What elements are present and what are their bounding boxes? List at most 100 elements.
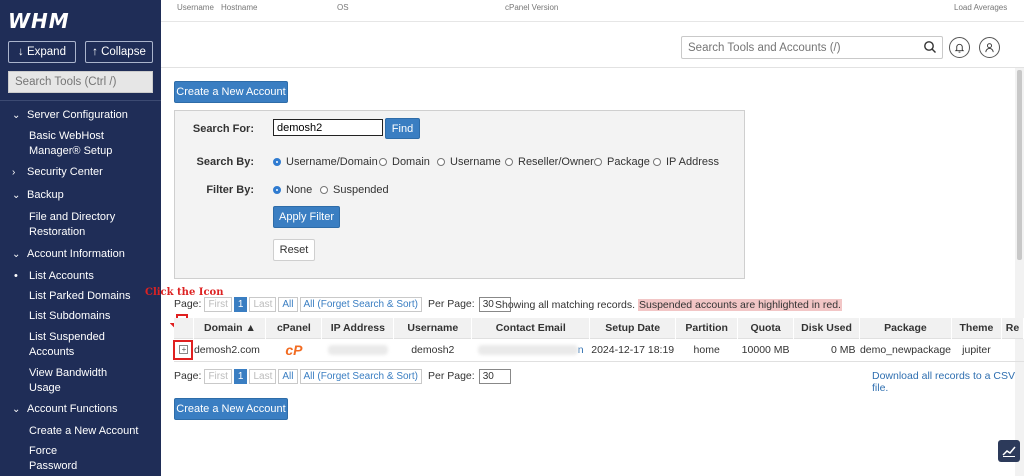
column-header-email[interactable]: Contact Email [471,318,591,338]
sidebar-item-force-password[interactable]: Force Password Change [0,444,100,476]
column-header-cpanel[interactable]: cPanel [265,318,323,338]
search-by-username-radio[interactable]: Username [437,156,501,168]
sidebar-search-input[interactable] [8,71,153,93]
column-header-ip[interactable]: IP Address [321,318,395,338]
find-button[interactable]: Find [385,118,420,139]
info-cpanel-version-label: cPanel Version [505,3,559,12]
cpanel-logo-icon[interactable]: cP [285,342,302,358]
active-bullet-icon: • [14,270,18,282]
sidebar-item-list-parked-domains[interactable]: List Parked Domains [0,289,161,304]
search-by-package-radio[interactable]: Package [594,156,650,168]
chevron-down-icon: ⌄ [12,190,21,201]
all-pages-button[interactable]: All [278,368,298,384]
reseller-cell [1001,337,1024,362]
whm-logo[interactable]: WHM [8,9,70,33]
radio-label: Reseller/Owner [518,156,594,168]
pager-top: Page: First 1 Last All All (Forget Searc… [174,296,511,312]
sidebar-item-create-account[interactable]: Create a New Account [0,424,161,439]
info-hostname-label: Hostname [221,3,258,12]
apply-filter-button[interactable]: Apply Filter [273,206,340,228]
sidebar-item-account-functions[interactable]: ⌄ Account Functions [0,402,161,417]
sidebar-item-list-accounts[interactable]: • List Accounts [0,269,161,284]
sidebar-item-backup[interactable]: ⌄ Backup [0,188,161,203]
sidebar-item-label: List Accounts [29,270,94,282]
column-header-theme[interactable]: Theme [951,318,1002,338]
radio-label: Domain [392,156,430,168]
create-account-button-bottom[interactable]: Create a New Account [174,398,288,420]
all-pages-button[interactable]: All [278,296,298,312]
all-forget-search-button[interactable]: All (Forget Search & Sort) [299,296,422,312]
download-csv-link[interactable]: Download all records to a CSV file. [872,370,1024,394]
sidebar-item-list-subdomains[interactable]: List Subdomains [0,309,161,324]
sidebar-item-account-information[interactable]: ⌄ Account Information [0,247,161,262]
global-search-input[interactable] [681,36,943,59]
records-notice: Showing all matching records. Suspended … [495,299,842,311]
setup-date-cell: 2024-12-17 18:19 [589,337,676,362]
create-account-button-top[interactable]: Create a New Account [174,81,288,103]
reset-button[interactable]: Reset [273,239,315,261]
filter-by-label: Filter By: [206,184,254,196]
column-header-reseller[interactable]: Re [1001,318,1024,338]
chevron-right-icon: › [12,167,16,178]
username-cell: demosh2 [393,337,472,362]
expand-button[interactable]: ↓ Expand [8,41,76,63]
server-info-bar: Username Hostname OS cPanel Version Load… [161,0,1024,22]
current-page-button[interactable]: 1 [233,296,248,312]
radio-label: Package [607,156,650,168]
column-header-username[interactable]: Username [393,318,473,338]
table-row: + demosh2.com cP demosh2 n 2024-12-17 18… [174,337,1024,362]
column-header-domain[interactable]: Domain ▲ [193,318,267,338]
radio-label: Username [450,156,501,168]
column-header-partition[interactable]: Partition [675,318,739,338]
partition-cell: home [675,337,738,362]
per-page-input[interactable]: 30 [478,368,511,384]
chevron-down-icon: ⌄ [12,110,21,121]
accounts-table: Domain ▲ cPanel IP Address Username Cont… [174,318,1024,362]
info-load-averages-label: Load Averages [954,3,1008,12]
notifications-bell-icon[interactable] [949,37,970,58]
column-header-package[interactable]: Package [859,318,952,338]
cpanel-cell: cP [265,337,322,362]
analytics-chart-icon[interactable] [998,440,1020,462]
sidebar-item-bandwidth-usage[interactable]: View Bandwidth Usage [0,366,110,396]
column-header-setup-date[interactable]: Setup Date [589,318,677,338]
domain-link[interactable]: demosh2.com [193,337,266,362]
package-link[interactable]: demo_newpackage [859,337,952,362]
sidebar-item-file-restoration[interactable]: File and Directory Restoration [0,210,130,240]
redacted-ip [327,344,388,355]
email-suffix[interactable]: n [578,344,584,356]
sidebar-item-list-suspended[interactable]: List Suspended Accounts [0,330,110,360]
page-scrollbar-thumb[interactable] [1017,70,1022,260]
chevron-down-icon: ⌄ [12,249,21,260]
search-by-domain-radio[interactable]: Domain [379,156,430,168]
filter-none-radio[interactable]: None [273,184,312,196]
search-by-username-domain-radio[interactable]: Username/Domain [273,156,378,168]
column-header-disk-used[interactable]: Disk Used [793,318,860,338]
first-page-button[interactable]: First [204,296,232,312]
page-label: Page: [174,370,202,382]
sidebar-item-security-center[interactable]: › Security Center [0,165,161,180]
filter-suspended-radio[interactable]: Suspended [320,184,389,196]
search-for-input[interactable] [273,119,383,136]
current-page-button[interactable]: 1 [233,368,248,384]
info-username-label: Username [177,3,214,12]
last-page-button[interactable]: Last [249,368,277,384]
search-icon[interactable] [923,40,937,54]
sidebar-item-server-configuration[interactable]: ⌄ Server Configuration [0,108,161,123]
sidebar-divider [0,100,161,101]
header [161,22,1024,68]
sidebar-item-label: Force Password Change [29,445,78,476]
search-by-reseller-radio[interactable]: Reseller/Owner [505,156,594,168]
user-account-icon[interactable] [979,37,1000,58]
annotation-highlight-box [173,340,193,360]
first-page-button[interactable]: First [204,368,232,384]
sidebar-item-label: Account Information [27,248,125,260]
page-label: Page: [174,298,202,310]
column-header-quota[interactable]: Quota [737,318,795,338]
last-page-button[interactable]: Last [249,296,277,312]
collapse-button[interactable]: ↑ Collapse [85,41,153,63]
search-by-ip-radio[interactable]: IP Address [653,156,719,168]
sidebar-item-label: List Subdomains [29,310,111,322]
all-forget-search-button[interactable]: All (Forget Search & Sort) [299,368,422,384]
sidebar-item-basic-setup[interactable]: Basic WebHost Manager® Setup [0,129,130,159]
